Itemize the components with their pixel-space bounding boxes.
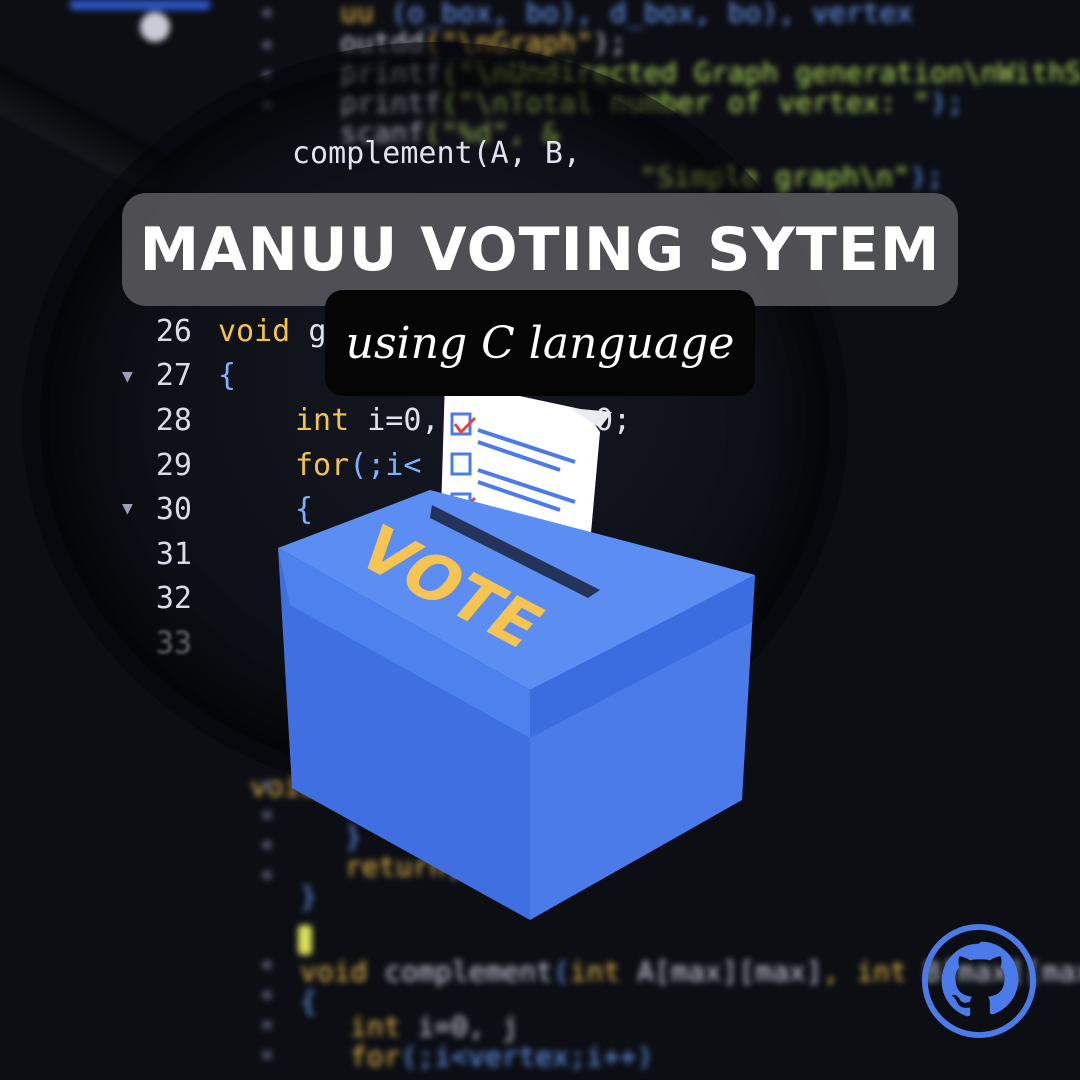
ballot-box-illustration: VOTE: [278, 380, 755, 920]
github-icon[interactable]: [920, 922, 1038, 1040]
subtitle-banner: using C language: [325, 290, 755, 396]
page-title: MANUU VOTING SYTEM: [139, 214, 941, 285]
page-subtitle: using C language: [345, 317, 735, 369]
